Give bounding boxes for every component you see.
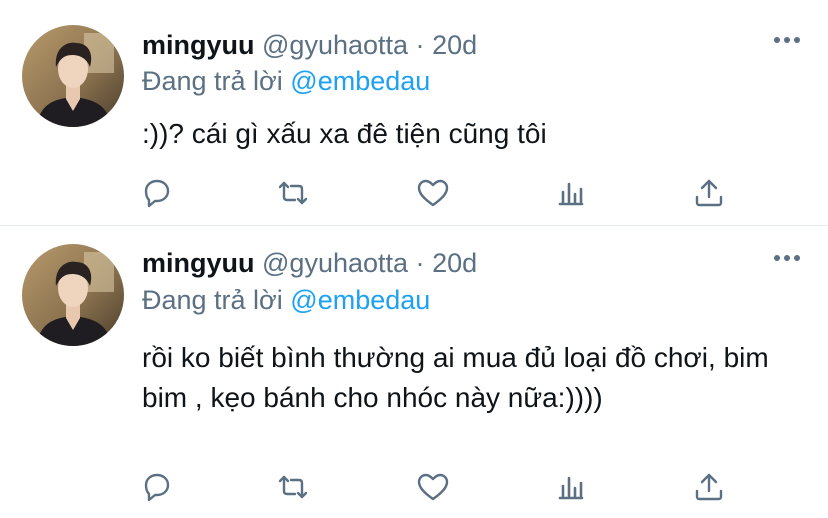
share-icon[interactable] [692,176,726,210]
display-name[interactable]: mingyuu [142,248,255,278]
action-bar [140,470,730,504]
tweet-text: rồi ko biết bình thường ai mua đủ loại đ… [142,342,769,413]
avatar[interactable] [22,244,124,346]
replying-prefix: Đang trả lời [142,285,283,315]
retweet-icon[interactable] [276,176,310,210]
reply-icon[interactable] [140,176,174,210]
user-handle[interactable]: @gyuhaotta [262,30,408,60]
separator: · [415,30,425,60]
mention-link[interactable]: @embedau [290,285,430,315]
retweet-icon[interactable] [276,470,310,504]
timestamp[interactable]: 20d [432,30,477,60]
tweet[interactable]: mingyuu @gyuhaotta · 20d Đang trả lời @e… [0,226,828,518]
action-bar [140,176,730,210]
tweet[interactable]: mingyuu @gyuhaotta · 20d Đang trả lời @e… [0,0,828,226]
replying-prefix: Đang trả lời [142,66,283,96]
more-icon[interactable] [774,36,800,44]
tweet-header: mingyuu @gyuhaotta · 20d [142,28,477,62]
analytics-icon[interactable] [554,176,588,210]
display-name[interactable]: mingyuu [142,30,255,60]
reply-icon[interactable] [140,470,174,504]
analytics-icon[interactable] [554,470,588,504]
like-icon[interactable] [416,176,450,210]
tweet-text: :))? cái gì xấu xa đê tiện cũng tôi [142,118,547,149]
replying-to: Đang trả lời @embedau [142,283,430,317]
more-icon[interactable] [774,254,800,262]
timestamp[interactable]: 20d [432,248,477,278]
tweet-header: mingyuu @gyuhaotta · 20d [142,246,477,280]
avatar[interactable] [22,25,124,127]
separator: · [415,248,425,278]
user-handle[interactable]: @gyuhaotta [262,248,408,278]
mention-link[interactable]: @embedau [290,66,430,96]
like-icon[interactable] [416,470,450,504]
replying-to: Đang trả lời @embedau [142,64,430,98]
share-icon[interactable] [692,470,726,504]
